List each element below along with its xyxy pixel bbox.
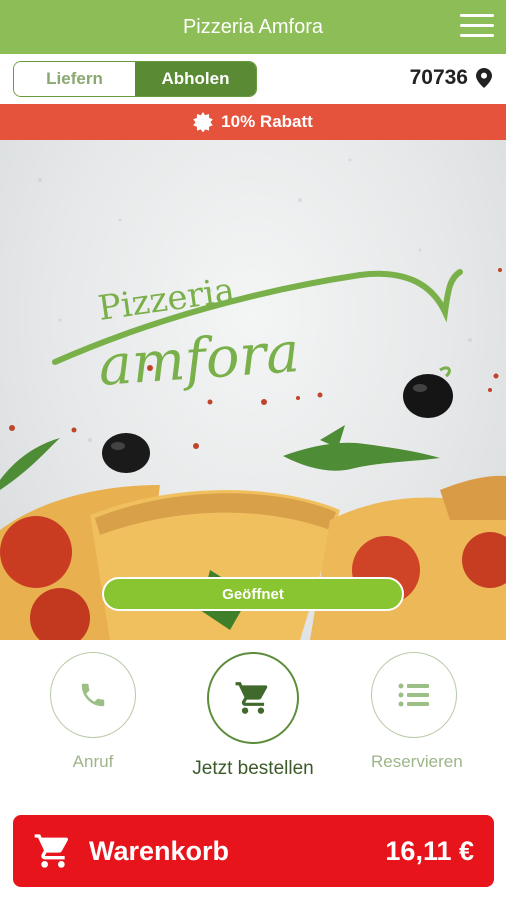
reserve-circle[interactable]: [371, 652, 457, 738]
list-icon: [398, 683, 429, 707]
cart-button[interactable]: Warenkorb 16,11 €: [13, 815, 494, 887]
order-now-label: Jetzt bestellen: [192, 758, 314, 779]
open-status-button[interactable]: Geöffnet: [102, 577, 404, 611]
reserve-label: Reservieren: [371, 752, 463, 771]
call-action[interactable]: Anruf: [49, 652, 137, 772]
location-selector[interactable]: 70736: [410, 66, 492, 90]
call-circle[interactable]: [50, 652, 136, 738]
app-header: Pizzeria Amfora: [0, 0, 506, 54]
cart-icon: [34, 834, 68, 868]
phone-icon: [81, 683, 105, 707]
zip-code: 70736: [409, 66, 468, 89]
call-label: Anruf: [72, 752, 114, 771]
delivery-mode-toggle[interactable]: Liefern Abholen: [13, 61, 257, 97]
cart-total: 16,11 €: [385, 835, 474, 866]
discount-banner[interactable]: 10% Rabatt: [0, 104, 506, 140]
deliver-option[interactable]: Liefern: [14, 62, 135, 96]
hamburger-menu-icon[interactable]: [460, 14, 494, 40]
pizza-background: Pizzeria amfora: [0, 158, 506, 640]
order-now-action[interactable]: Jetzt bestellen: [187, 652, 319, 780]
reserve-action[interactable]: Reservieren: [371, 652, 463, 772]
hero-image: Pizzeria amfora Geöffnet: [0, 140, 506, 640]
cart-label: Warenkorb: [89, 835, 230, 866]
map-pin-icon: [476, 68, 492, 88]
order-circle[interactable]: [207, 652, 299, 744]
app-title: Pizzeria Amfora: [182, 15, 324, 38]
discount-label: 10% Rabatt: [221, 112, 313, 131]
action-row: Anruf Jetzt bestellen Reservieren: [0, 640, 506, 800]
pickup-option[interactable]: Abholen: [135, 62, 256, 96]
cart-icon: [235, 682, 268, 714]
mode-bar: Liefern Abholen 70736: [0, 54, 506, 104]
badge-icon: [193, 112, 213, 132]
